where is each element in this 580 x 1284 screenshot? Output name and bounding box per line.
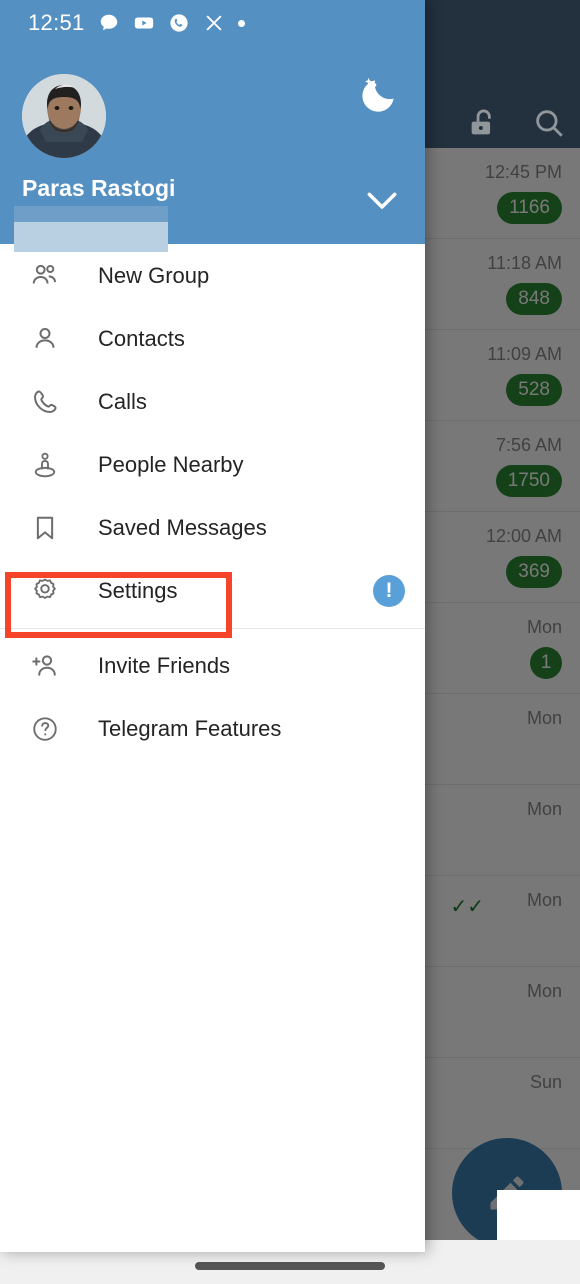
drawer-item-settings[interactable]: Settings ! bbox=[0, 559, 425, 622]
person-icon bbox=[22, 324, 68, 354]
phone-circle-icon bbox=[168, 12, 190, 34]
avatar[interactable] bbox=[22, 74, 106, 158]
moon-icon[interactable] bbox=[357, 72, 401, 116]
chevron-down-icon[interactable] bbox=[363, 188, 401, 214]
drawer-item-contacts[interactable]: Contacts bbox=[0, 307, 425, 370]
drawer-item-label: Calls bbox=[98, 388, 147, 414]
phone-screen: 12:45 PMn your…116611:18 AMot…ible✓84811… bbox=[0, 0, 580, 1284]
x-twitter-icon bbox=[203, 12, 225, 34]
drawer-menu[interactable]: New Group Contacts Calls People Nearby S… bbox=[0, 244, 425, 760]
drawer-item-calls[interactable]: Calls bbox=[0, 370, 425, 433]
menu-divider bbox=[0, 622, 425, 634]
drawer-item-new-group[interactable]: New Group bbox=[0, 244, 425, 307]
drawer-header: 12:51 Paras Rastogi bbox=[0, 0, 425, 252]
drawer-item-label: Settings bbox=[98, 577, 178, 603]
dot-icon bbox=[237, 19, 245, 27]
drawer-item-invite-friends[interactable]: Invite Friends bbox=[0, 634, 425, 697]
profile-name: Paras Rastogi bbox=[22, 175, 176, 201]
group-icon bbox=[22, 261, 68, 291]
phone-icon bbox=[22, 387, 68, 417]
question-circle-icon bbox=[22, 714, 68, 744]
status-badge: ! bbox=[373, 574, 405, 607]
youtube-icon bbox=[133, 12, 155, 34]
person-add-icon bbox=[22, 651, 68, 681]
drawer-item-telegram-features[interactable]: Telegram Features bbox=[0, 697, 425, 760]
navigation-drawer[interactable]: 12:51 Paras Rastogi New Group Contacts C… bbox=[0, 0, 425, 1252]
drawer-item-saved-messages[interactable]: Saved Messages bbox=[0, 496, 425, 559]
drawer-item-label: Saved Messages bbox=[98, 514, 267, 540]
status-bar-clock: 12:51 bbox=[28, 10, 85, 35]
drawer-item-label: New Group bbox=[98, 262, 210, 288]
message-bubble-icon bbox=[98, 12, 120, 34]
bookmark-icon bbox=[22, 513, 68, 543]
drawer-item-label: Contacts bbox=[98, 325, 185, 351]
system-status-bar-left: 12:51 bbox=[0, 0, 425, 46]
drawer-item-label: People Nearby bbox=[98, 451, 244, 477]
drawer-item-label: Invite Friends bbox=[98, 652, 231, 678]
gesture-pill[interactable] bbox=[195, 1262, 385, 1270]
drawer-item-label: Telegram Features bbox=[98, 715, 282, 741]
people-nearby-icon bbox=[22, 450, 68, 480]
drawer-item-people-nearby[interactable]: People Nearby bbox=[0, 433, 425, 496]
gear-icon bbox=[22, 576, 68, 606]
